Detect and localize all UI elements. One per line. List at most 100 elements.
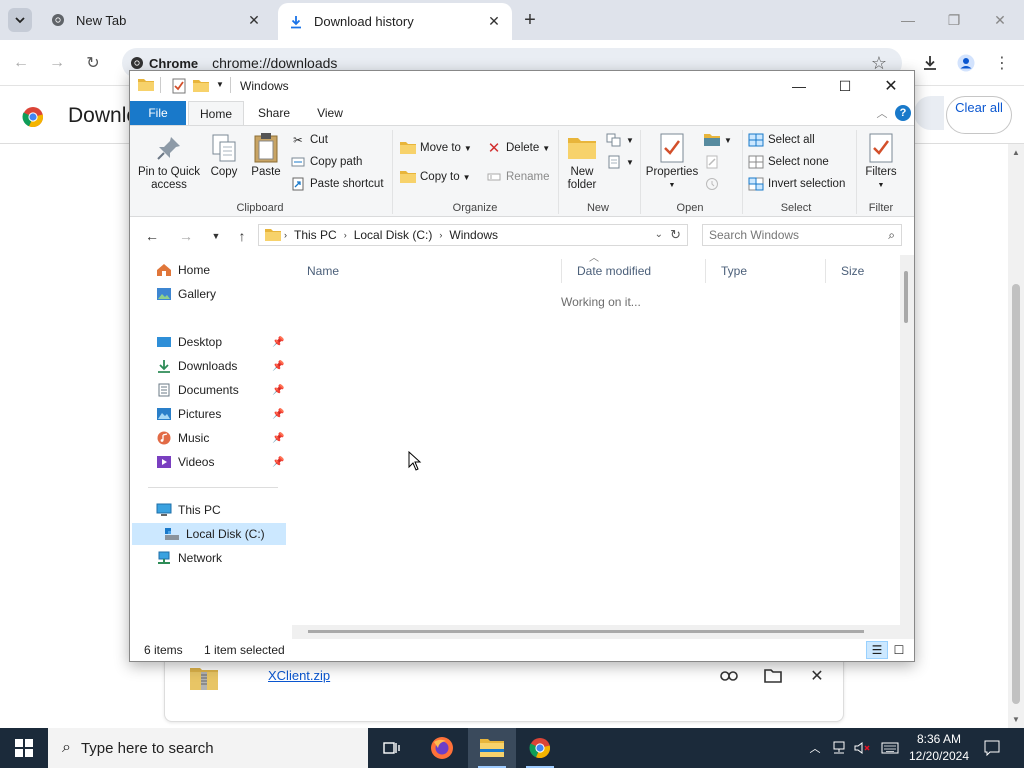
clear-all-button[interactable]: Clear all: [946, 96, 1012, 134]
file-explorer-app[interactable]: [468, 728, 516, 768]
paste-shortcut-button[interactable]: Paste shortcut: [290, 174, 384, 194]
back-button[interactable]: ←: [8, 50, 34, 76]
easy-access-button[interactable]: ▼: [606, 152, 634, 172]
help-icon[interactable]: ?: [895, 105, 911, 121]
taskbar-search-input[interactable]: ⌕ Type here to search: [48, 728, 368, 768]
properties-icon[interactable]: [172, 78, 186, 94]
downloads-toolbar-button[interactable]: [917, 50, 943, 76]
column-header-size[interactable]: Size: [826, 259, 900, 283]
page-scrollbar[interactable]: ▲ ▼: [1008, 144, 1024, 728]
scrollbar-thumb[interactable]: [904, 271, 908, 323]
new-item-button[interactable]: ▼: [606, 130, 634, 150]
tab-search-button[interactable]: [8, 8, 32, 32]
invert-selection-button[interactable]: Invert selection: [748, 174, 845, 194]
show-in-folder-icon[interactable]: [761, 664, 785, 688]
new-folder-button[interactable]: New folder: [562, 132, 602, 192]
edit-button[interactable]: [704, 152, 724, 172]
filters-button[interactable]: Filters ▼: [860, 132, 902, 192]
chevron-up-icon[interactable]: ︿: [806, 728, 824, 768]
rename-button[interactable]: Rename: [486, 167, 549, 187]
scrollbar-thumb[interactable]: [1012, 284, 1020, 704]
volume-muted-icon[interactable]: [852, 728, 874, 768]
profile-avatar[interactable]: [953, 50, 979, 76]
copy-link-icon[interactable]: [717, 664, 741, 688]
tab-close-icon[interactable]: ✕: [484, 12, 504, 32]
nav-item-downloads[interactable]: Downloads 📌: [132, 355, 286, 377]
minimize-icon[interactable]: —: [888, 6, 928, 34]
properties-button[interactable]: Properties ▼: [644, 132, 700, 192]
select-none-button[interactable]: Select none: [748, 152, 829, 172]
nav-item-documents[interactable]: Documents 📌: [132, 379, 286, 401]
nav-item-desktop[interactable]: Desktop 📌: [132, 331, 286, 353]
start-button[interactable]: [0, 728, 48, 768]
tab-close-icon[interactable]: ✕: [244, 10, 264, 30]
tab-view[interactable]: View: [304, 101, 356, 125]
tab-download-history[interactable]: Download history ✕: [278, 3, 512, 40]
chevron-down-icon[interactable]: ⌄: [655, 229, 663, 240]
nav-item-music[interactable]: Music 📌: [132, 427, 286, 449]
maximize-icon[interactable]: ☐: [822, 73, 868, 99]
nav-item-pictures[interactable]: Pictures 📌: [132, 403, 286, 425]
breadcrumb-this-pc[interactable]: This PC: [294, 228, 337, 242]
up-arrow-icon[interactable]: ↑: [232, 227, 252, 245]
system-clock[interactable]: 8:36 AM 12/20/2024: [906, 731, 972, 765]
nav-item-network[interactable]: Network: [132, 547, 286, 569]
open-button[interactable]: ▼: [704, 130, 732, 150]
network-tray-icon[interactable]: [828, 728, 850, 768]
keyboard-icon[interactable]: [878, 728, 902, 768]
chevron-right-icon[interactable]: ›: [344, 230, 347, 240]
notifications-icon[interactable]: [978, 728, 1006, 768]
chevron-right-icon[interactable]: ›: [284, 230, 287, 240]
breadcrumb-local-disk[interactable]: Local Disk (C:): [354, 228, 433, 242]
tab-file[interactable]: File: [130, 101, 186, 125]
new-folder-icon[interactable]: [193, 79, 209, 93]
remove-download-icon[interactable]: ✕: [805, 664, 829, 688]
pin-to-quick-access-button[interactable]: Pin to Quick access: [136, 132, 202, 192]
reload-button[interactable]: ↻: [80, 50, 106, 76]
delete-button[interactable]: ✕ Delete ▼: [486, 138, 550, 158]
task-view-button[interactable]: [368, 728, 416, 768]
recent-locations-icon[interactable]: ▼: [206, 227, 226, 245]
tab-home[interactable]: Home: [188, 101, 244, 125]
download-file-link[interactable]: XClient.zip: [268, 668, 330, 683]
large-icons-view-icon[interactable]: ☐: [888, 641, 910, 659]
pin-icon[interactable]: 📌: [272, 337, 284, 348]
forward-arrow-icon[interactable]: →: [176, 227, 196, 245]
column-header-date-modified[interactable]: Date modified: [562, 259, 706, 283]
downloads-search-field[interactable]: [914, 96, 944, 130]
vertical-scrollbar[interactable]: [900, 255, 914, 625]
pin-icon[interactable]: 📌: [272, 361, 284, 372]
paste-button[interactable]: Paste: [246, 132, 286, 179]
scroll-up-icon[interactable]: ▲: [1012, 148, 1020, 157]
scrollbar-thumb[interactable]: [308, 630, 864, 633]
tab-share[interactable]: Share: [248, 101, 300, 125]
nav-item-gallery[interactable]: Gallery: [132, 283, 286, 305]
menu-kebab-icon[interactable]: ⋮: [989, 50, 1015, 76]
minimize-icon[interactable]: —: [776, 73, 822, 99]
pin-icon[interactable]: 📌: [272, 385, 284, 396]
customize-qat-icon[interactable]: ▼: [216, 80, 224, 89]
scroll-down-icon[interactable]: ▼: [1012, 715, 1020, 724]
history-button[interactable]: [704, 174, 724, 194]
chrome-app[interactable]: [516, 728, 564, 768]
close-icon[interactable]: ✕: [868, 73, 914, 99]
restore-icon[interactable]: ❐: [934, 6, 974, 34]
cut-button[interactable]: ✂ Cut: [290, 130, 328, 150]
nav-item-home[interactable]: Home: [132, 259, 286, 281]
close-icon[interactable]: ✕: [980, 6, 1020, 34]
nav-item-local-disk[interactable]: Local Disk (C:): [132, 523, 286, 545]
forward-button[interactable]: →: [44, 50, 70, 76]
pin-icon[interactable]: 📌: [272, 457, 284, 468]
collapse-ribbon-icon[interactable]: ︿: [874, 105, 890, 121]
back-arrow-icon[interactable]: ←: [142, 227, 162, 245]
site-chip[interactable]: Chrome: [130, 56, 198, 71]
column-header-type[interactable]: Type: [706, 259, 826, 283]
new-tab-button[interactable]: +: [518, 8, 542, 32]
search-input[interactable]: Search Windows ⌕: [702, 224, 902, 246]
horizontal-scrollbar[interactable]: [292, 625, 914, 639]
nav-item-videos[interactable]: Videos 📌: [132, 451, 286, 473]
firefox-app[interactable]: [418, 728, 466, 768]
refresh-icon[interactable]: ↻: [670, 227, 681, 243]
breadcrumb-windows[interactable]: Windows: [449, 228, 498, 242]
move-to-button[interactable]: Move to ▼: [400, 138, 472, 158]
